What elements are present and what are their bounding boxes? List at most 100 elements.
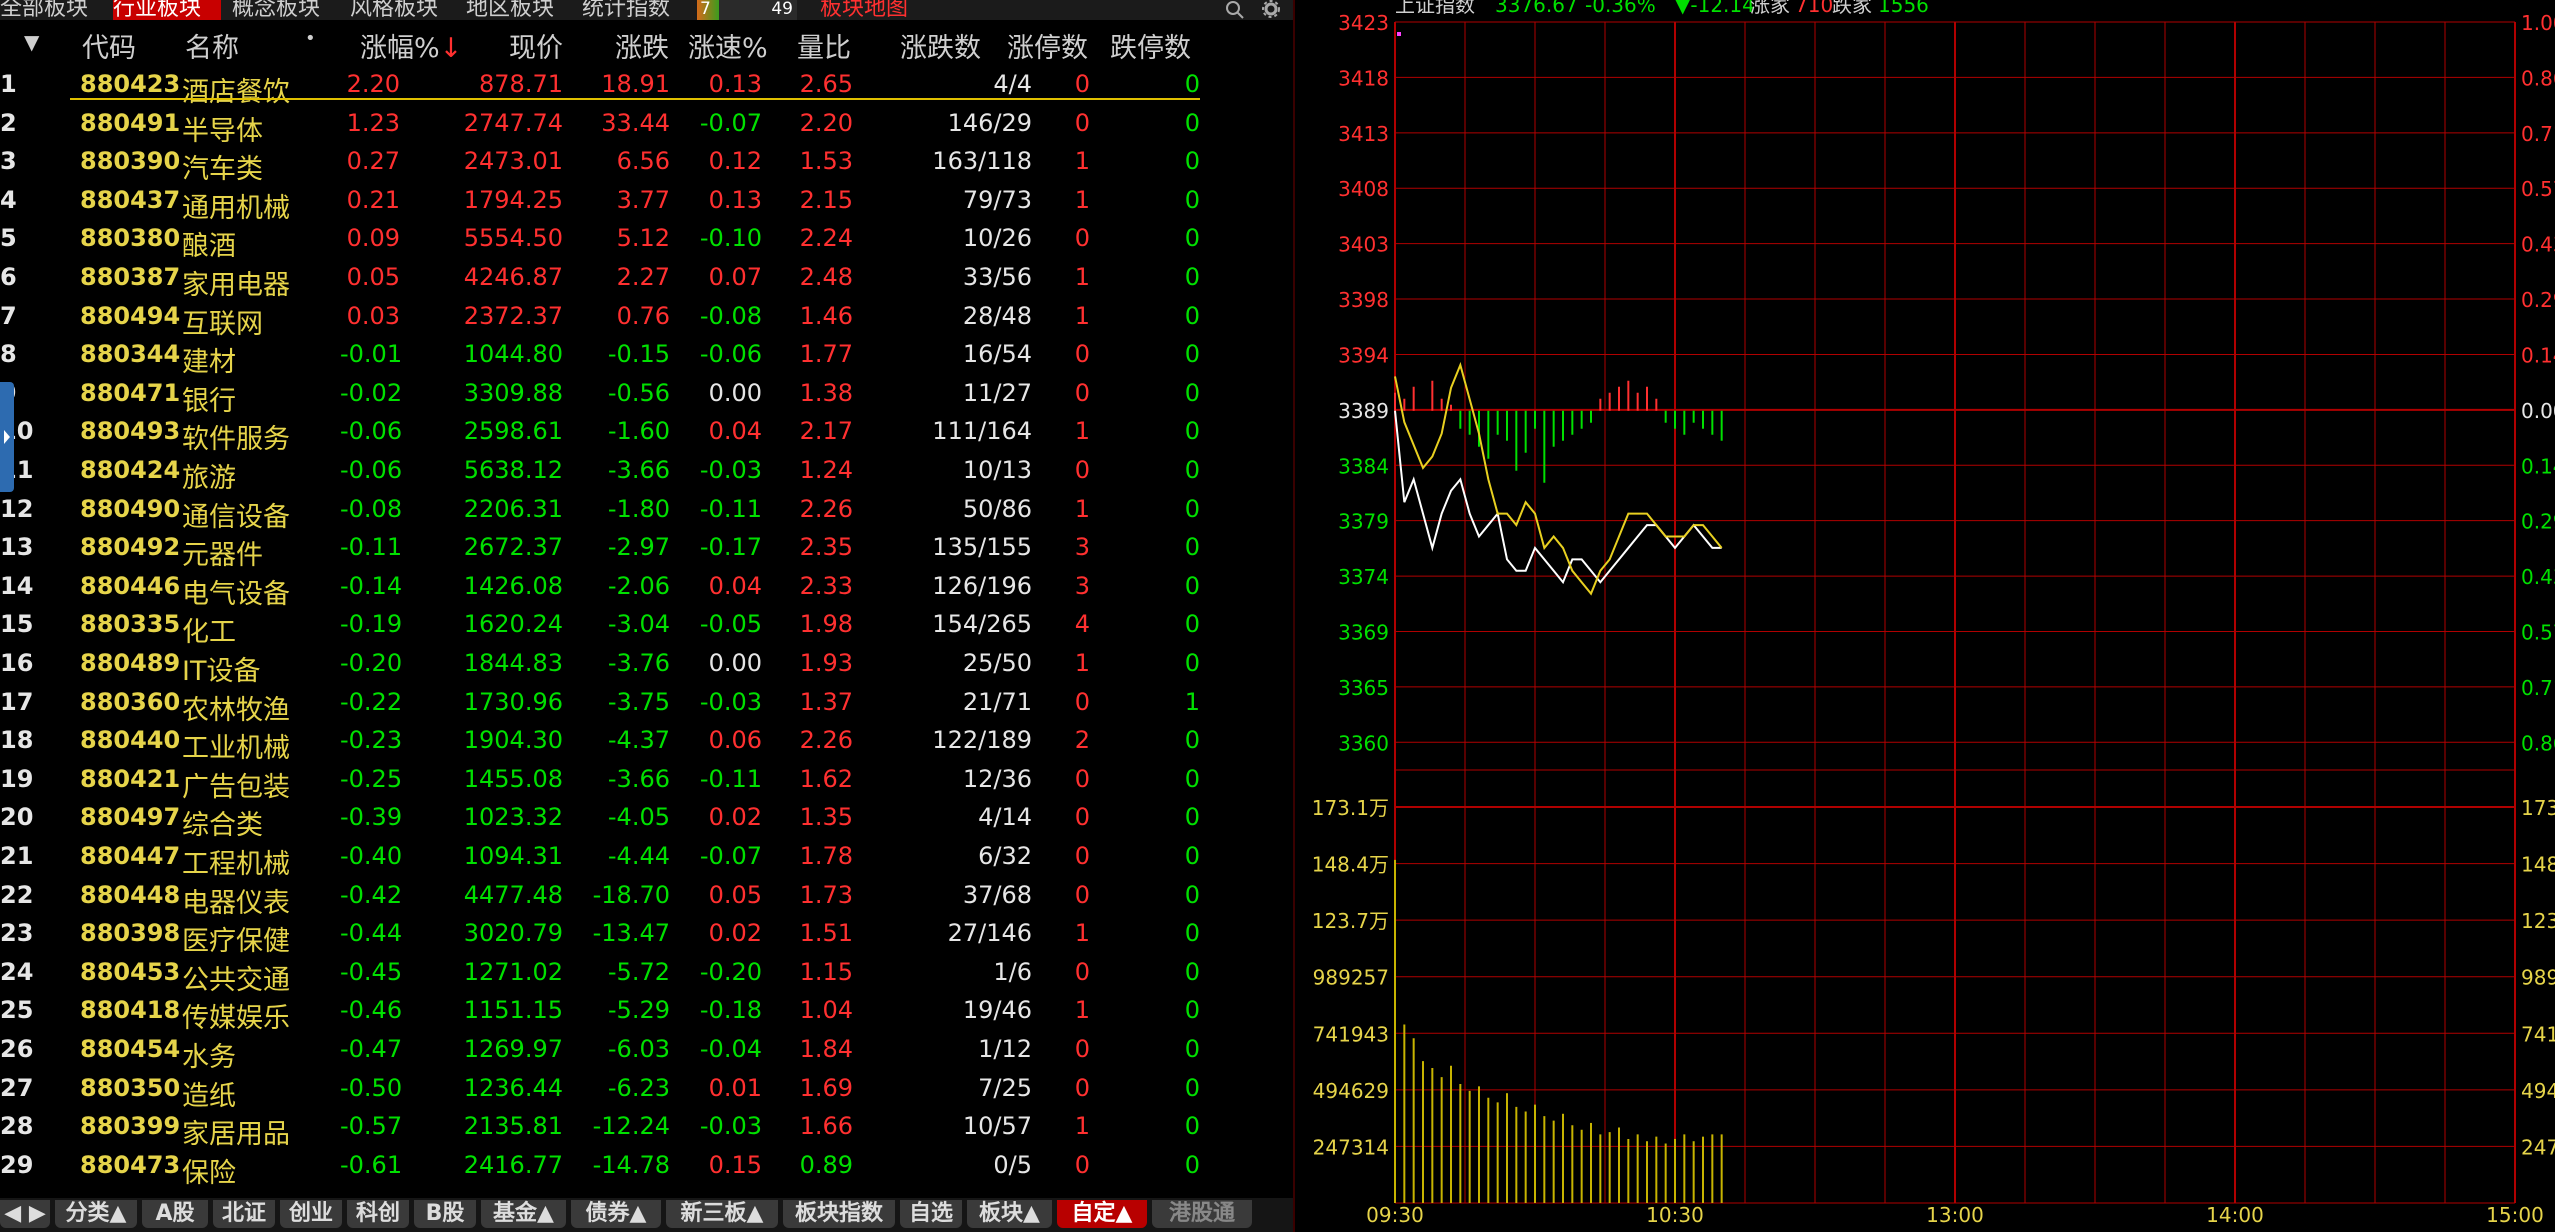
bottom-tab-6[interactable]: B股 [414,1200,476,1228]
change-cell: -3.66 [607,764,670,793]
table-row[interactable]: 13 880492 元器件 -0.11 2672.37 -2.97 -0.17 2.35 135… [0,527,1205,571]
table-row[interactable]: 12 880490 通信设备 -0.08 2206.31 -1.80 -0.11 2.26 50… [0,489,1205,533]
stat-indicator[interactable]: 7 49 [697,0,797,20]
table-row[interactable]: 5 880380 酿酒 0.09 5554.50 5.12 -0.10 2.24 10/26 0 0 [0,218,1205,262]
search-icon[interactable] [1224,0,1246,20]
table-row[interactable]: 16 880489 IT设备 -0.20 1844.83 -3.76 0.00 1.93 25/… [0,643,1205,687]
bottom-tab-0[interactable]: ◀ ▶ [0,1200,50,1228]
table-row[interactable]: 29 880473 保险 -0.61 2416.77 -14.78 0.15 0.89 0/5 0… [0,1145,1205,1189]
bottom-tab-13[interactable]: 自定▲ [1057,1200,1147,1228]
bottom-tab-7[interactable]: 基金▲ [481,1200,566,1228]
table-row[interactable]: 26 880454 水务 -0.47 1269.97 -6.03 -0.04 1.84 1/12… [0,1029,1205,1073]
gear-icon[interactable] [1260,0,1282,20]
updown-cell: 163/118 [932,147,1032,176]
table-row[interactable]: 28 880399 家居用品 -0.57 2135.81 -12.24 -0.03 1.66 1… [0,1106,1205,1150]
vol-ratio-cell: 1.77 [799,340,853,369]
updown-cell: 50/86 [962,494,1032,523]
price-cell: 1271.02 [463,957,563,986]
table-row[interactable]: 14 880446 电气设备 -0.14 1426.08 -2.06 0.04 2.33 126… [0,566,1205,610]
table-row[interactable]: 23 880398 医疗保健 -0.44 3020.79 -13.47 0.02 1.51 27… [0,913,1205,957]
chart-down-label: 跌家 [1832,0,1872,17]
table-row[interactable]: 19 880421 广告包装 -0.25 1455.08 -3.66 -0.11 1.62 12… [0,759,1205,803]
bottom-tab-9[interactable]: 新三板▲ [666,1200,778,1228]
header-menu-arrow[interactable]: ▼ [24,30,39,54]
price-axis-label: 3389 [1338,399,1389,423]
code-cell: 880447 [80,842,181,870]
vol-ratio-cell: 2.15 [799,185,853,214]
table-row[interactable]: 21 880447 工程机械 -0.40 1094.31 -4.44 -0.07 1.78 6/… [0,836,1205,880]
volume-axis-label: 123.7万 [1312,909,1389,933]
table-row[interactable]: 24 880453 公共交通 -0.45 1271.02 -5.72 -0.20 1.15 1/… [0,952,1205,996]
bottom-tab-8[interactable]: 债券▲ [571,1200,661,1228]
code-cell: 880473 [80,1150,181,1179]
change-cell: 33.44 [601,108,670,137]
table-row[interactable]: 11 880424 旅游 -0.06 5638.12 -3.66 -0.03 1.24 10/1… [0,450,1205,494]
table-row[interactable]: 20 880497 综合类 -0.39 1023.32 -4.05 0.02 1.35 4/14… [0,797,1205,841]
table-row[interactable]: 9880471银行-0.023309.88-0.560.001.3811/270… [0,373,1205,417]
table-row[interactable]: 8 880344 建材 -0.01 1044.80 -0.15 -0.06 1.77 16/54… [0,334,1205,378]
intraday-chart[interactable]: 上证指数 3376.67 -0.36% ▼-12.14 涨家 710 跌家 1556 3423 1… [1295,0,2555,1232]
side-panel-toggle[interactable] [0,382,14,492]
col-name[interactable]: 名称 [185,26,239,65]
top-tab-5[interactable]: 统计指数 [582,0,690,20]
pct-cell: -0.45 [340,957,403,986]
bottom-tab-10[interactable]: 板块指数 [783,1200,895,1228]
limit-up-cell: 0 [1074,880,1090,909]
tab-sector-map[interactable]: 板块地图 [820,0,908,20]
bottom-tab-4[interactable]: 创业 [280,1200,342,1228]
col-code[interactable]: 代码 [82,26,136,65]
bottom-tab-5[interactable]: 科创 [347,1200,409,1228]
pct-cell: -0.39 [340,803,403,832]
speed-cell: 0.05 [708,880,762,909]
top-tab-4[interactable]: 地区板块 [466,0,574,20]
change-cell: 5.12 [616,224,670,253]
table-row[interactable]: 4 880437 通用机械 0.21 1794.25 3.77 0.13 2.15 79/73 1… [0,180,1205,224]
col-limit-up[interactable]: 涨停数 [1007,26,1088,65]
table-row[interactable]: 27 880350 造纸 -0.50 1236.44 -6.23 0.01 1.69 7/25 0… [0,1068,1205,1112]
pct-cell: -0.01 [340,340,403,369]
bottom-tab-11[interactable]: 自选 [900,1200,962,1228]
col-speed[interactable]: 涨速% [688,26,768,65]
limit-down-cell: 0 [1184,726,1200,755]
col-limit-down[interactable]: 跌停数 [1110,26,1191,65]
updown-cell: 4/4 [993,70,1032,98]
table-row[interactable]: 1 880423 酒店餐饮 2.20 878.71 18.91 0.13 2.65 4/4 0 0 [0,64,1205,108]
col-price[interactable]: 现价 [509,26,563,65]
bottom-tab-12[interactable]: 板块▲ [967,1200,1052,1228]
col-updown[interactable]: 涨跌数 [900,26,981,65]
table-row[interactable]: 6 880387 家用电器 0.05 4246.87 2.27 0.07 2.48 33/56 1… [0,257,1205,301]
bottom-tab-3[interactable]: 北证 [213,1200,275,1228]
row-number: 25 [0,996,34,1025]
col-change[interactable]: 涨跌 [615,26,669,65]
pct-cell: 0.09 [346,224,400,253]
table-row[interactable]: 7 880494 互联网 0.03 2372.37 0.76 -0.08 1.46 28/48 1… [0,296,1205,340]
table-row[interactable]: 22 880448 电器仪表 -0.42 4477.48 -18.70 0.05 1.73 37… [0,875,1205,919]
table-row[interactable]: 10 880493 软件服务 -0.06 2598.61 -1.60 0.04 2.17 111… [0,411,1205,455]
limit-up-cell: 4 [1074,610,1090,639]
table-row[interactable]: 25 880418 传媒娱乐 -0.46 1151.15 -5.29 -0.18 1.04 19… [0,990,1205,1034]
speed-cell: 0.00 [708,649,762,677]
top-tab-3[interactable]: 风格板块 [350,0,458,20]
limit-up-cell: 0 [1074,957,1090,986]
code-cell: 880491 [80,108,181,137]
col-vol-ratio[interactable]: 量比 [797,26,851,65]
table-row[interactable]: 15 880335 化工 -0.19 1620.24 -3.04 -0.05 1.98 154/… [0,604,1205,648]
top-tab-1[interactable]: 行业板块 [113,0,221,20]
bottom-tab-1[interactable]: 分类▲ [55,1200,137,1228]
table-row[interactable]: 18 880440 工业机械 -0.23 1904.30 -4.37 0.06 2.26 122… [0,720,1205,764]
price-line [1394,410,1722,585]
change-cell: -4.37 [607,726,670,755]
bottom-tab-2[interactable]: A股 [142,1200,208,1228]
vol-ratio-cell: 1.78 [799,842,853,870]
top-tab-0[interactable]: 全部板块 [0,0,100,20]
col-pct[interactable]: 涨幅%↓ [360,26,462,65]
table-row[interactable]: 17 880360 农林牧渔 -0.22 1730.96 -3.75 -0.03 1.37 21… [0,682,1205,726]
table-row[interactable]: 3 880390 汽车类 0.27 2473.01 6.56 0.12 1.53 163/118… [0,141,1205,185]
bottom-tab-14[interactable]: 港股通 [1152,1200,1252,1228]
table-row[interactable]: 2 880491 半导体 1.23 2747.74 33.44 -0.07 2.20 146/2… [0,103,1205,147]
speed-cell: 0.04 [708,571,762,600]
limit-down-cell: 0 [1184,1150,1200,1179]
top-tab-2[interactable]: 概念板块 [232,0,340,20]
change-cell: -0.56 [607,378,670,407]
price-cell: 1794.25 [463,185,563,214]
